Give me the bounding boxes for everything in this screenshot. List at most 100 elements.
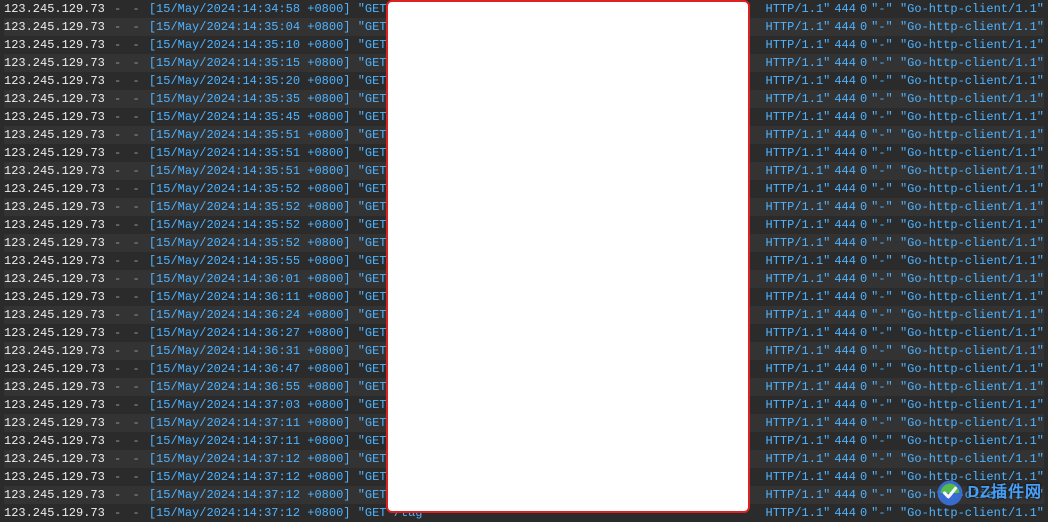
timestamp: [15/May/2024:14:37:12 +0800] [149, 470, 351, 484]
response-size: 0 [860, 272, 867, 286]
user-agent: "Go-http-client/1.1" [900, 92, 1044, 106]
protocol: HTTP/1.1" [766, 470, 831, 484]
response-size: 0 [860, 254, 867, 268]
referer: "-" [871, 380, 893, 394]
client-ip: 123.245.129.73 [4, 398, 105, 412]
timestamp: [15/May/2024:14:37:12 +0800] [149, 452, 351, 466]
log-left: 123.245.129.73 - - [15/May/2024:14:35:04… [4, 18, 423, 36]
log-left: 123.245.129.73 - - [15/May/2024:14:36:11… [4, 288, 423, 306]
user-agent: "Go-http-client/1.1" [900, 362, 1044, 376]
log-right: HTTP/1.1"4440"-" "Go-http-client/1.1" [766, 36, 1044, 54]
response-size: 0 [860, 326, 867, 340]
log-left: 123.245.129.73 - - [15/May/2024:14:35:35… [4, 90, 423, 108]
user-agent: "Go-http-client/1.1" [900, 326, 1044, 340]
referer: "-" [871, 470, 893, 484]
client-ip: 123.245.129.73 [4, 344, 105, 358]
log-left: 123.245.129.73 - - [15/May/2024:14:35:52… [4, 234, 423, 252]
referer: "-" [871, 164, 893, 178]
timestamp: [15/May/2024:14:35:55 +0800] [149, 254, 351, 268]
timestamp: [15/May/2024:14:36:24 +0800] [149, 308, 351, 322]
timestamp: [15/May/2024:14:35:04 +0800] [149, 20, 351, 34]
user-agent: "Go-http-client/1.1" [900, 146, 1044, 160]
log-right: HTTP/1.1"4440"-" "Go-http-client/1.1" [766, 252, 1044, 270]
log-left: 123.245.129.73 - - [15/May/2024:14:36:31… [4, 342, 423, 360]
user-agent: "Go-http-client/1.1" [900, 128, 1044, 142]
timestamp: [15/May/2024:14:36:31 +0800] [149, 344, 351, 358]
timestamp: [15/May/2024:14:37:12 +0800] [149, 506, 351, 520]
referer: "-" [871, 92, 893, 106]
user-agent: "Go-http-client/1.1" [900, 254, 1044, 268]
status-code: 444 [834, 344, 856, 358]
referer: "-" [871, 272, 893, 286]
client-ip: 123.245.129.73 [4, 488, 105, 502]
referer: "-" [871, 218, 893, 232]
response-size: 0 [860, 74, 867, 88]
log-left: 123.245.129.73 - - [15/May/2024:14:36:01… [4, 270, 423, 288]
referer: "-" [871, 254, 893, 268]
protocol: HTTP/1.1" [766, 164, 831, 178]
protocol: HTTP/1.1" [766, 362, 831, 376]
status-code: 444 [834, 416, 856, 430]
timestamp: [15/May/2024:14:34:58 +0800] [149, 2, 351, 16]
user-agent: "Go-http-client/1.1" [900, 506, 1044, 520]
referer: "-" [871, 434, 893, 448]
referer: "-" [871, 182, 893, 196]
referer: "-" [871, 326, 893, 340]
log-left: 123.245.129.73 - - [15/May/2024:14:36:47… [4, 360, 423, 378]
response-size: 0 [860, 308, 867, 322]
client-ip: 123.245.129.73 [4, 182, 105, 196]
referer: "-" [871, 110, 893, 124]
referer: "-" [871, 452, 893, 466]
user-agent: "Go-http-client/1.1" [900, 398, 1044, 412]
log-left: 123.245.129.73 - - [15/May/2024:14:35:55… [4, 252, 423, 270]
response-size: 0 [860, 218, 867, 232]
client-ip: 123.245.129.73 [4, 200, 105, 214]
user-agent: "Go-http-client/1.1" [900, 164, 1044, 178]
protocol: HTTP/1.1" [766, 416, 831, 430]
log-left: 123.245.129.73 - - [15/May/2024:14:36:27… [4, 324, 423, 342]
client-ip: 123.245.129.73 [4, 20, 105, 34]
response-size: 0 [860, 182, 867, 196]
timestamp: [15/May/2024:14:35:52 +0800] [149, 182, 351, 196]
timestamp: [15/May/2024:14:35:20 +0800] [149, 74, 351, 88]
log-left: 123.245.129.73 - - [15/May/2024:14:35:51… [4, 126, 423, 144]
log-right: HTTP/1.1"4440"-" "Go-http-client/1.1" [766, 378, 1044, 396]
client-ip: 123.245.129.73 [4, 362, 105, 376]
referer: "-" [871, 38, 893, 52]
client-ip: 123.245.129.73 [4, 434, 105, 448]
status-code: 444 [834, 38, 856, 52]
referer: "-" [871, 56, 893, 70]
response-size: 0 [860, 488, 867, 502]
timestamp: [15/May/2024:14:35:52 +0800] [149, 218, 351, 232]
referer: "-" [871, 362, 893, 376]
log-right: HTTP/1.1"4440"-" "Go-http-client/1.1" [766, 126, 1044, 144]
client-ip: 123.245.129.73 [4, 128, 105, 142]
protocol: HTTP/1.1" [766, 20, 831, 34]
referer: "-" [871, 308, 893, 322]
status-code: 444 [834, 470, 856, 484]
user-agent: "Go-http-client/1.1" [900, 182, 1044, 196]
log-left: 123.245.129.73 - - [15/May/2024:14:35:20… [4, 72, 423, 90]
client-ip: 123.245.129.73 [4, 146, 105, 160]
response-size: 0 [860, 38, 867, 52]
log-left: 123.245.129.73 - - [15/May/2024:14:37:03… [4, 396, 423, 414]
response-size: 0 [860, 128, 867, 142]
client-ip: 123.245.129.73 [4, 74, 105, 88]
status-code: 444 [834, 254, 856, 268]
log-left: 123.245.129.73 - - [15/May/2024:14:37:11… [4, 432, 423, 450]
user-agent: "Go-http-client/1.1" [900, 434, 1044, 448]
status-code: 444 [834, 362, 856, 376]
timestamp: [15/May/2024:14:35:51 +0800] [149, 164, 351, 178]
protocol: HTTP/1.1" [766, 110, 831, 124]
user-agent: "Go-http-client/1.1" [900, 344, 1044, 358]
response-size: 0 [860, 398, 867, 412]
user-agent: "Go-http-client/1.1" [900, 56, 1044, 70]
timestamp: [15/May/2024:14:36:11 +0800] [149, 290, 351, 304]
referer: "-" [871, 416, 893, 430]
log-right: HTTP/1.1"4440"-" "Go-http-client/1.1" [766, 0, 1044, 18]
timestamp: [15/May/2024:14:35:51 +0800] [149, 128, 351, 142]
log-right: HTTP/1.1"4440"-" "Go-http-client/1.1" [766, 324, 1044, 342]
client-ip: 123.245.129.73 [4, 416, 105, 430]
timestamp: [15/May/2024:14:36:55 +0800] [149, 380, 351, 394]
status-code: 444 [834, 452, 856, 466]
